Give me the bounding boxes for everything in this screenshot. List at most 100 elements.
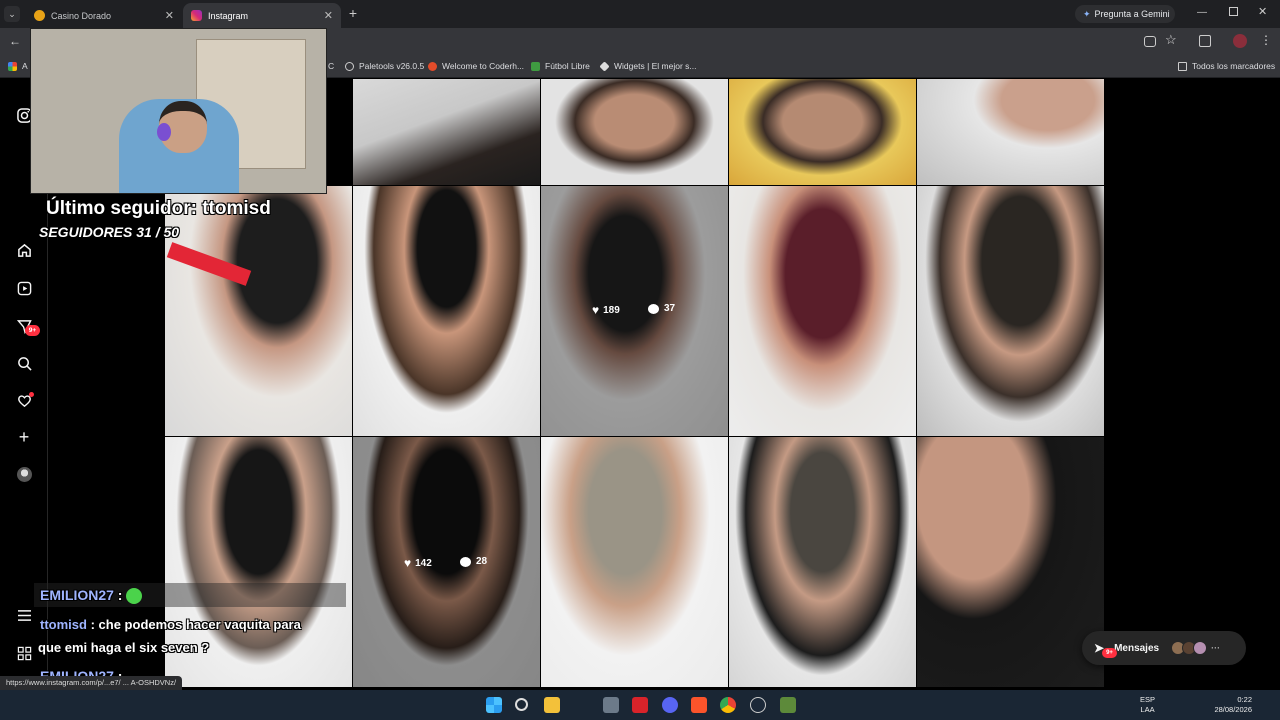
tab-casino-dorado[interactable]: Casino Dorado ✕ — [26, 3, 182, 28]
chat-separator: : — [117, 587, 123, 603]
post-thumbnail[interactable] — [917, 79, 1104, 185]
search-icon[interactable] — [16, 355, 32, 371]
close-tab-icon[interactable]: ✕ — [165, 9, 174, 22]
likes-count: ♥ 189 — [592, 303, 620, 317]
lang-layout: LAA — [1140, 705, 1155, 714]
brave-icon[interactable] — [691, 697, 707, 713]
star-icon[interactable]: ☆ — [1165, 32, 1177, 48]
post-thumbnail[interactable] — [729, 79, 916, 185]
clock[interactable]: 0:22 28/08/2026 — [1204, 695, 1252, 715]
restore-button[interactable] — [1229, 7, 1238, 16]
avatar — [1193, 641, 1208, 655]
windows-start-icon[interactable] — [486, 697, 502, 713]
comments-count: 28 — [460, 556, 487, 567]
back-arrow-icon[interactable]: ← — [9, 34, 21, 48]
comb-shape — [166, 242, 252, 286]
close-window-button[interactable]: ✕ — [1258, 5, 1267, 18]
gemini-button[interactable]: ✦ Pregunta a Gemini — [1075, 5, 1175, 23]
comments-value: 28 — [476, 556, 488, 567]
bookmark-label: Todos los marcadores — [1192, 61, 1276, 71]
post-thumbnail[interactable] — [729, 186, 916, 436]
bookmark-label: Paletools v26.0.5 — [359, 61, 425, 71]
menu-dots-icon[interactable]: ⋮ — [1260, 33, 1272, 47]
messages-badge: 9+ — [1102, 648, 1117, 658]
post-thumbnail[interactable] — [541, 79, 728, 185]
diamond-icon — [599, 60, 610, 72]
heart-filled-icon: ♥ — [592, 303, 600, 317]
bookmark-widgets[interactable]: Widgets | El mejor s... — [599, 60, 697, 72]
profile-avatar-icon[interactable] — [16, 466, 32, 482]
search-icon[interactable] — [515, 698, 528, 711]
bookmark-apps[interactable]: A — [8, 61, 28, 71]
extensions-icon[interactable] — [1199, 35, 1211, 47]
news-icon[interactable] — [632, 697, 648, 713]
bookmark-label: A — [22, 61, 28, 71]
tab-cast-icon[interactable] — [1144, 36, 1156, 47]
post-thumbnail-hovered[interactable]: ♥ 189 37 — [541, 186, 728, 436]
file-explorer-icon[interactable] — [544, 697, 560, 713]
likes-value: 189 — [603, 304, 620, 316]
post-thumbnail[interactable] — [917, 437, 1104, 687]
close-tab-icon[interactable]: ✕ — [324, 9, 333, 22]
hover-overlay — [353, 437, 540, 687]
calculator-icon[interactable] — [603, 697, 619, 713]
chat-message: che podemos hacer vaquita para — [98, 617, 301, 632]
all-bookmarks-folder[interactable]: Todos los marcadores — [1178, 61, 1275, 71]
reels-icon[interactable] — [16, 280, 32, 296]
clock-time: 0:22 — [1237, 695, 1252, 704]
post-thumbnail[interactable] — [165, 186, 352, 436]
bookmark-coderhouse[interactable]: Welcome to Coderh... — [428, 61, 524, 71]
post-thumbnail-hovered[interactable]: ♥ 142 28 — [353, 437, 540, 687]
chat-username: EMILION27 — [40, 587, 114, 603]
minimize-button[interactable]: — — [1197, 7, 1207, 18]
post-thumbnail[interactable] — [541, 437, 728, 687]
post-thumbnail[interactable] — [729, 437, 916, 687]
comments-count: 37 — [648, 303, 675, 314]
followers-goal-label: SEGUIDORES 31 / 50 — [39, 224, 180, 240]
profile-avatar[interactable] — [1233, 34, 1247, 48]
language-indicator[interactable]: ESP LAA — [1140, 695, 1155, 715]
link-status-bar: https://www.instagram.com/p/...e7/ ... A… — [0, 676, 183, 690]
post-thumbnail[interactable] — [353, 79, 540, 185]
chrome-icon[interactable] — [720, 697, 736, 713]
bookmark-label: C — [328, 61, 335, 71]
coderhouse-icon — [428, 61, 437, 71]
tab-title: Casino Dorado — [51, 10, 112, 21]
post-thumbnail[interactable] — [917, 186, 1104, 436]
gemini-label: Pregunta a Gemini — [1094, 9, 1170, 19]
avatar-stack — [1171, 641, 1208, 655]
likes-value: 142 — [415, 557, 432, 569]
bookmark-label: Widgets | El mejor s... — [614, 61, 697, 71]
post-thumbnail[interactable] — [353, 186, 540, 436]
notification-badge: 9+ — [25, 325, 40, 336]
more-menu-icon[interactable] — [16, 607, 32, 623]
bookmark-partial[interactable]: C — [328, 61, 334, 71]
tab-title: Instagram — [208, 10, 249, 21]
steam-icon[interactable] — [750, 697, 766, 713]
chat-username: ttomisd — [40, 617, 87, 632]
bookmark-futbol-libre[interactable]: Fútbol Libre — [531, 61, 590, 71]
also-from-meta-icon[interactable] — [16, 645, 32, 661]
messages-button[interactable]: ➤ 9+ Mensajes ··· — [1082, 631, 1246, 665]
lang-code: ESP — [1140, 695, 1156, 704]
tab-strip: ⌄ Casino Dorado ✕ Instagram ✕ + ✦ Pregun… — [0, 0, 1280, 28]
home-icon[interactable] — [16, 242, 32, 258]
emote-icon — [126, 588, 143, 605]
messages-label: Mensajes — [1114, 642, 1160, 654]
tab-search-button[interactable]: ⌄ — [4, 6, 20, 22]
create-plus-icon[interactable]: + — [16, 427, 32, 447]
new-tab-button[interactable]: + — [346, 6, 360, 20]
chat-line: ttomisd : che podemos hacer vaquita para — [40, 617, 301, 632]
bookmark-paletools[interactable]: Paletools v26.0.5 — [345, 61, 424, 71]
headphones-shape — [157, 123, 171, 141]
tab-instagram[interactable]: Instagram ✕ — [183, 3, 341, 28]
globe-icon — [345, 61, 354, 71]
clock-icon — [34, 10, 45, 21]
discord-icon[interactable] — [662, 697, 678, 713]
webcam-overlay — [30, 28, 327, 194]
windows-taskbar: ESP LAA 0:22 28/08/2026 — [0, 690, 1280, 720]
hover-overlay — [541, 186, 728, 436]
futbol-icon — [531, 61, 540, 71]
minecraft-icon[interactable] — [780, 697, 796, 713]
comment-bubble-icon — [648, 303, 659, 314]
